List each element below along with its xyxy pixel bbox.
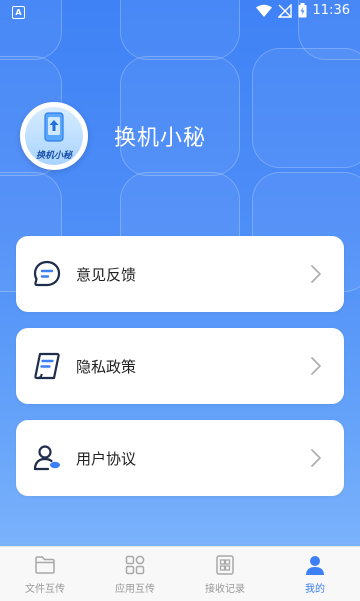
tab-mine[interactable]: 我的 bbox=[270, 547, 360, 601]
tab-label: 我的 bbox=[305, 584, 325, 595]
tab-label: 应用互传 bbox=[115, 584, 155, 595]
chevron-right-icon bbox=[311, 449, 321, 467]
background-tile bbox=[252, 48, 360, 168]
no-signal-icon bbox=[277, 3, 292, 18]
app-logo: 换机小秘 bbox=[20, 102, 88, 170]
chevron-right-icon bbox=[311, 357, 321, 375]
feedback-icon bbox=[33, 260, 61, 287]
menu-item-feedback[interactable]: 意见反馈 bbox=[16, 236, 344, 312]
chevron-right-icon bbox=[311, 265, 321, 283]
bottom-tab-bar: 文件互传 应用互传 接收记录 我的 bbox=[0, 546, 360, 601]
tab-file-transfer[interactable]: 文件互传 bbox=[0, 547, 90, 601]
phone-upload-icon bbox=[44, 112, 64, 142]
records-icon bbox=[216, 555, 234, 575]
notification-badge: A bbox=[12, 6, 25, 19]
privacy-policy-icon bbox=[34, 352, 60, 380]
menu-item-privacy-policy[interactable]: 隐私政策 bbox=[16, 328, 344, 404]
profile-icon bbox=[306, 556, 324, 575]
battery-icon bbox=[298, 3, 307, 18]
profile-screen: A 11:36 换机小秘 换机小秘 意见反馈 隐私政策 用户协议 bbox=[0, 0, 360, 546]
user-agreement-icon bbox=[33, 445, 60, 471]
status-icons: 11:36 bbox=[255, 3, 350, 18]
status-bar: A 11:36 bbox=[0, 0, 360, 24]
wifi-icon bbox=[255, 4, 272, 17]
tab-receive-records[interactable]: 接收记录 bbox=[180, 547, 270, 601]
profile-header: 换机小秘 换机小秘 bbox=[20, 102, 206, 170]
tab-app-transfer[interactable]: 应用互传 bbox=[90, 547, 180, 601]
tab-label: 接收记录 bbox=[205, 584, 245, 595]
logo-text: 换机小秘 bbox=[35, 151, 72, 161]
tab-label: 文件互传 bbox=[25, 584, 65, 595]
apps-icon bbox=[125, 555, 145, 575]
folder-icon bbox=[35, 556, 55, 574]
app-name: 换机小秘 bbox=[114, 126, 207, 151]
menu-item-label: 隐私政策 bbox=[76, 357, 137, 376]
status-time: 11:36 bbox=[312, 3, 350, 18]
menu-item-label: 用户协议 bbox=[76, 449, 137, 468]
menu-item-user-agreement[interactable]: 用户协议 bbox=[16, 420, 344, 496]
menu-item-label: 意见反馈 bbox=[76, 265, 137, 284]
